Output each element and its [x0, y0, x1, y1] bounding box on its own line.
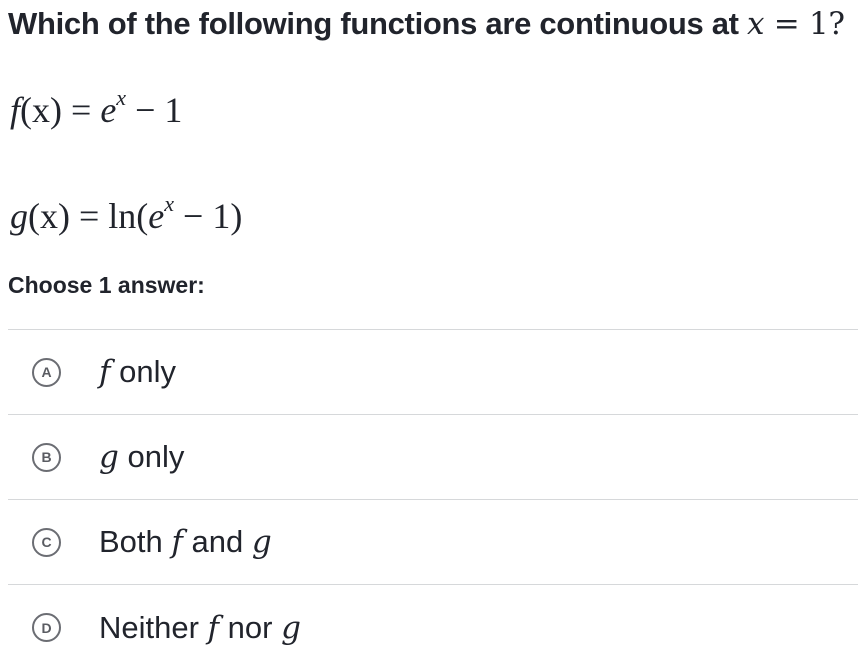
answer-choices: A f only B g only C Both f and g D Neith… [8, 329, 858, 670]
choice-a[interactable]: A f only [8, 330, 858, 415]
choice-a-label: f only [99, 354, 176, 390]
choice-d-letter: D [32, 613, 61, 642]
question-prompt: Which of the following functions are con… [8, 4, 845, 44]
choice-b[interactable]: B g only [8, 415, 858, 500]
choice-d[interactable]: D Neither f nor g [8, 585, 858, 670]
choice-a-letter: A [32, 357, 61, 387]
equation-g: g(x) = ln(ex − 1) [10, 191, 243, 236]
question-suffix: ? [828, 6, 845, 42]
choice-c[interactable]: C Both f and g [8, 500, 858, 585]
choice-c-letter: C [32, 527, 61, 557]
equation-f: f(x) = ex − 1 [10, 85, 183, 130]
question-equals-value: = 1 [764, 6, 829, 42]
choice-c-label: Both f and g [99, 524, 272, 560]
choice-b-letter: B [32, 442, 61, 472]
question-prefix: Which of the following functions are con… [8, 6, 747, 41]
choice-b-label: g only [99, 439, 185, 475]
choose-label: Choose 1 answer: [8, 272, 205, 298]
choice-d-label: Neither f nor g [99, 609, 301, 646]
question-variable: x [747, 6, 765, 42]
